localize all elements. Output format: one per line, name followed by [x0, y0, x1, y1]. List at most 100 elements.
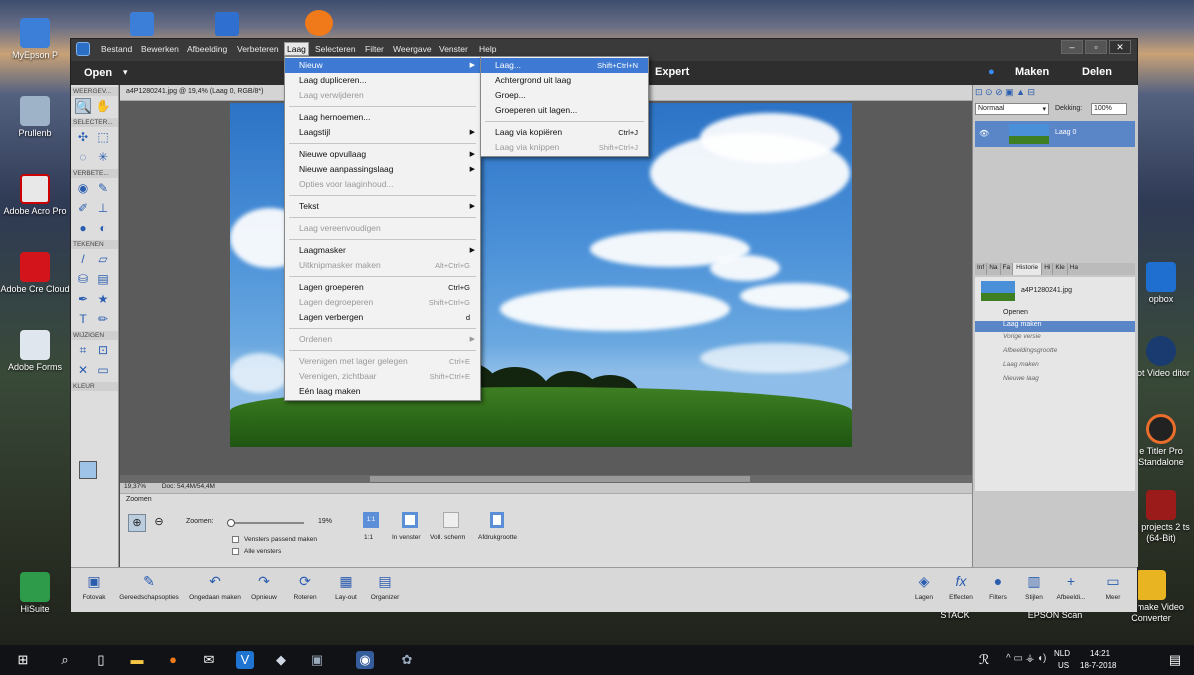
notification-icon[interactable]: ●: [988, 66, 995, 78]
shape-tool-icon[interactable]: ★: [95, 291, 111, 307]
content-move-icon[interactable]: ✕: [75, 362, 91, 378]
tray-icons[interactable]: ^ ▭ ⚶ ◖): [1006, 653, 1046, 664]
laag_menu-item[interactable]: Eén laag maken: [285, 384, 480, 399]
history-item[interactable]: Laag maken: [975, 361, 1135, 372]
weather-icon[interactable]: [215, 12, 239, 36]
paint-bucket-icon[interactable]: ⛁: [75, 271, 91, 287]
history-item[interactable]: Openen: [975, 309, 1135, 320]
laag_menu-item[interactable]: Laagmasker ▶: [285, 243, 480, 258]
laag_menu-item[interactable]: Laag dupliceren...: [285, 73, 480, 88]
layer-row[interactable]: 👁 Laag 0: [975, 121, 1135, 147]
layout-button[interactable]: ▦ Lay-out: [327, 572, 365, 601]
delen-button[interactable]: Delen: [1082, 66, 1112, 78]
laag_menu-item[interactable]: Nieuwe aanpassingslaag ▶: [285, 162, 480, 177]
more-button[interactable]: ▭ Meer: [1095, 572, 1131, 601]
actual-size-button[interactable]: 1:1: [363, 512, 379, 528]
effects-button[interactable]: fx Effecten: [943, 572, 979, 601]
pencil-tool-icon[interactable]: ✏: [95, 311, 111, 327]
graphics-button[interactable]: + Afbeeldi...: [1051, 572, 1091, 601]
zoom-out-button[interactable]: ⊖: [150, 514, 168, 532]
language-indicator[interactable]: NLD: [1054, 649, 1070, 658]
opacity-field[interactable]: 100%: [1091, 103, 1127, 115]
laag_menu-item[interactable]: Nieuw ▶: [285, 58, 480, 73]
people-app-icon[interactable]: ✿: [398, 651, 416, 669]
fit-windows-checkbox[interactable]: [232, 536, 239, 543]
all-windows-checkbox[interactable]: [232, 548, 239, 555]
search-icon[interactable]: ⌕: [56, 651, 74, 669]
marquee-tool-icon[interactable]: ⬚: [95, 129, 111, 145]
windows-start-icon[interactable]: ⊞: [14, 651, 32, 669]
redo-button[interactable]: ↷ Opnieuw: [245, 572, 283, 601]
history-item-selected[interactable]: Laag maken: [975, 321, 1135, 332]
firefox-icon[interactable]: ●: [164, 651, 182, 669]
laag_menu-item[interactable]: Nieuwe opvullaag ▶: [285, 147, 480, 162]
laag_menu-item[interactable]: Tekst ▶: [285, 199, 480, 214]
magic-wand-icon[interactable]: ✳: [95, 149, 111, 165]
layers-button[interactable]: ◈ Lagen: [909, 572, 939, 601]
desktop-icon-acrobat[interactable]: Adobe Acro Pro: [0, 174, 70, 217]
move-tool-icon[interactable]: ✣: [75, 129, 91, 145]
tab-navigator[interactable]: Na: [987, 263, 1001, 275]
task-view-icon[interactable]: ▯: [92, 651, 110, 669]
open-dropdown-icon[interactable]: ▾: [123, 67, 128, 78]
menu-selecteren[interactable]: Selecteren: [315, 44, 356, 54]
desktop-icon-myepson[interactable]: MyEpson P: [0, 18, 70, 61]
brush-tool-icon[interactable]: /: [75, 251, 91, 267]
laag_menu-item[interactable]: Lagen verbergen d: [285, 310, 480, 325]
menu-venster[interactable]: Venster: [439, 44, 468, 54]
menu-verbeteren[interactable]: Verbeteren: [237, 44, 279, 54]
mail-icon[interactable]: ✉: [200, 651, 218, 669]
fit-screen-button[interactable]: [402, 512, 418, 528]
minimize-button[interactable]: –: [1061, 40, 1083, 54]
desktop-icon-adobe-forms[interactable]: Adobe Forms: [0, 330, 70, 373]
nieuw_submenu-item[interactable]: Groep...: [481, 88, 648, 103]
v-app-icon[interactable]: V: [236, 651, 254, 669]
desktop-icon-creative-cloud[interactable]: Adobe Cre Cloud: [0, 252, 70, 295]
keyboard-layout[interactable]: US: [1058, 661, 1069, 670]
canvas-area[interactable]: [120, 101, 972, 483]
foreground-color-swatch[interactable]: [79, 461, 97, 479]
tab-history[interactable]: Historie: [1013, 263, 1043, 275]
nieuw_submenu-item[interactable]: Groeperen uit lagen...: [481, 103, 648, 118]
menu-afbeelding[interactable]: Afbeelding: [187, 44, 227, 54]
zoom-tool-icon[interactable]: 🔍: [75, 98, 91, 114]
eyedropper-icon[interactable]: ✒: [75, 291, 91, 307]
user-icon[interactable]: ℛ: [975, 651, 993, 669]
tab-favorites[interactable]: Fa: [1001, 263, 1014, 275]
desktop-icon-hisuite[interactable]: HiSuite: [0, 572, 70, 615]
tool-options-button[interactable]: ✎ Gereedschapsopties: [113, 572, 185, 601]
history-item[interactable]: Afbeeldingsgrootte: [975, 347, 1135, 358]
gradient-tool-icon[interactable]: ▤: [95, 271, 111, 287]
tab-info[interactable]: Inf: [975, 263, 988, 275]
horizontal-scrollbar[interactable]: [120, 475, 972, 483]
desktop-icon-recycle-bin[interactable]: Prullenb: [0, 96, 70, 139]
rotate-button[interactable]: ⟳ Roteren: [285, 572, 325, 601]
photo-bin-button[interactable]: ▣ Fotovak: [79, 572, 109, 601]
menu-filter[interactable]: Filter: [365, 44, 384, 54]
blur-tool-icon[interactable]: ●: [75, 220, 91, 236]
red-eye-icon[interactable]: ◉: [75, 180, 91, 196]
zoom-readout[interactable]: 19,37%: [124, 483, 146, 490]
full-screen-button[interactable]: [443, 512, 459, 528]
tab-actions[interactable]: Ha: [1068, 263, 1080, 275]
maximize-button[interactable]: ▫: [1085, 40, 1107, 54]
nieuw_submenu-item[interactable]: Laag via kopiëren Ctrl+J: [481, 125, 648, 140]
undo-button[interactable]: ↶ Ongedaan maken: [187, 572, 243, 601]
straighten-tool-icon[interactable]: ▭: [95, 362, 111, 378]
menu-bestand[interactable]: Bestand: [101, 44, 132, 54]
nieuw_submenu-item[interactable]: Laag... Shift+Ctrl+N: [481, 58, 648, 73]
eraser-tool-icon[interactable]: ▱: [95, 251, 111, 267]
close-button[interactable]: ✕: [1109, 40, 1131, 54]
bird-app-icon[interactable]: ◆: [272, 651, 290, 669]
menu-bewerken[interactable]: Bewerken: [141, 44, 179, 54]
open-button[interactable]: Open: [84, 67, 112, 79]
tab-expert[interactable]: Expert: [655, 66, 689, 78]
zoom-in-button[interactable]: ⊕: [128, 514, 146, 532]
smart-brush-icon[interactable]: ✐: [75, 200, 91, 216]
calendar-icon[interactable]: [130, 12, 154, 36]
history-item[interactable]: Nieuwe laag: [975, 375, 1135, 386]
menu-weergave[interactable]: Weergave: [393, 44, 432, 54]
zoom-slider[interactable]: [227, 519, 304, 527]
recompose-tool-icon[interactable]: ⊡: [95, 342, 111, 358]
visibility-eye-icon[interactable]: 👁: [979, 129, 989, 138]
